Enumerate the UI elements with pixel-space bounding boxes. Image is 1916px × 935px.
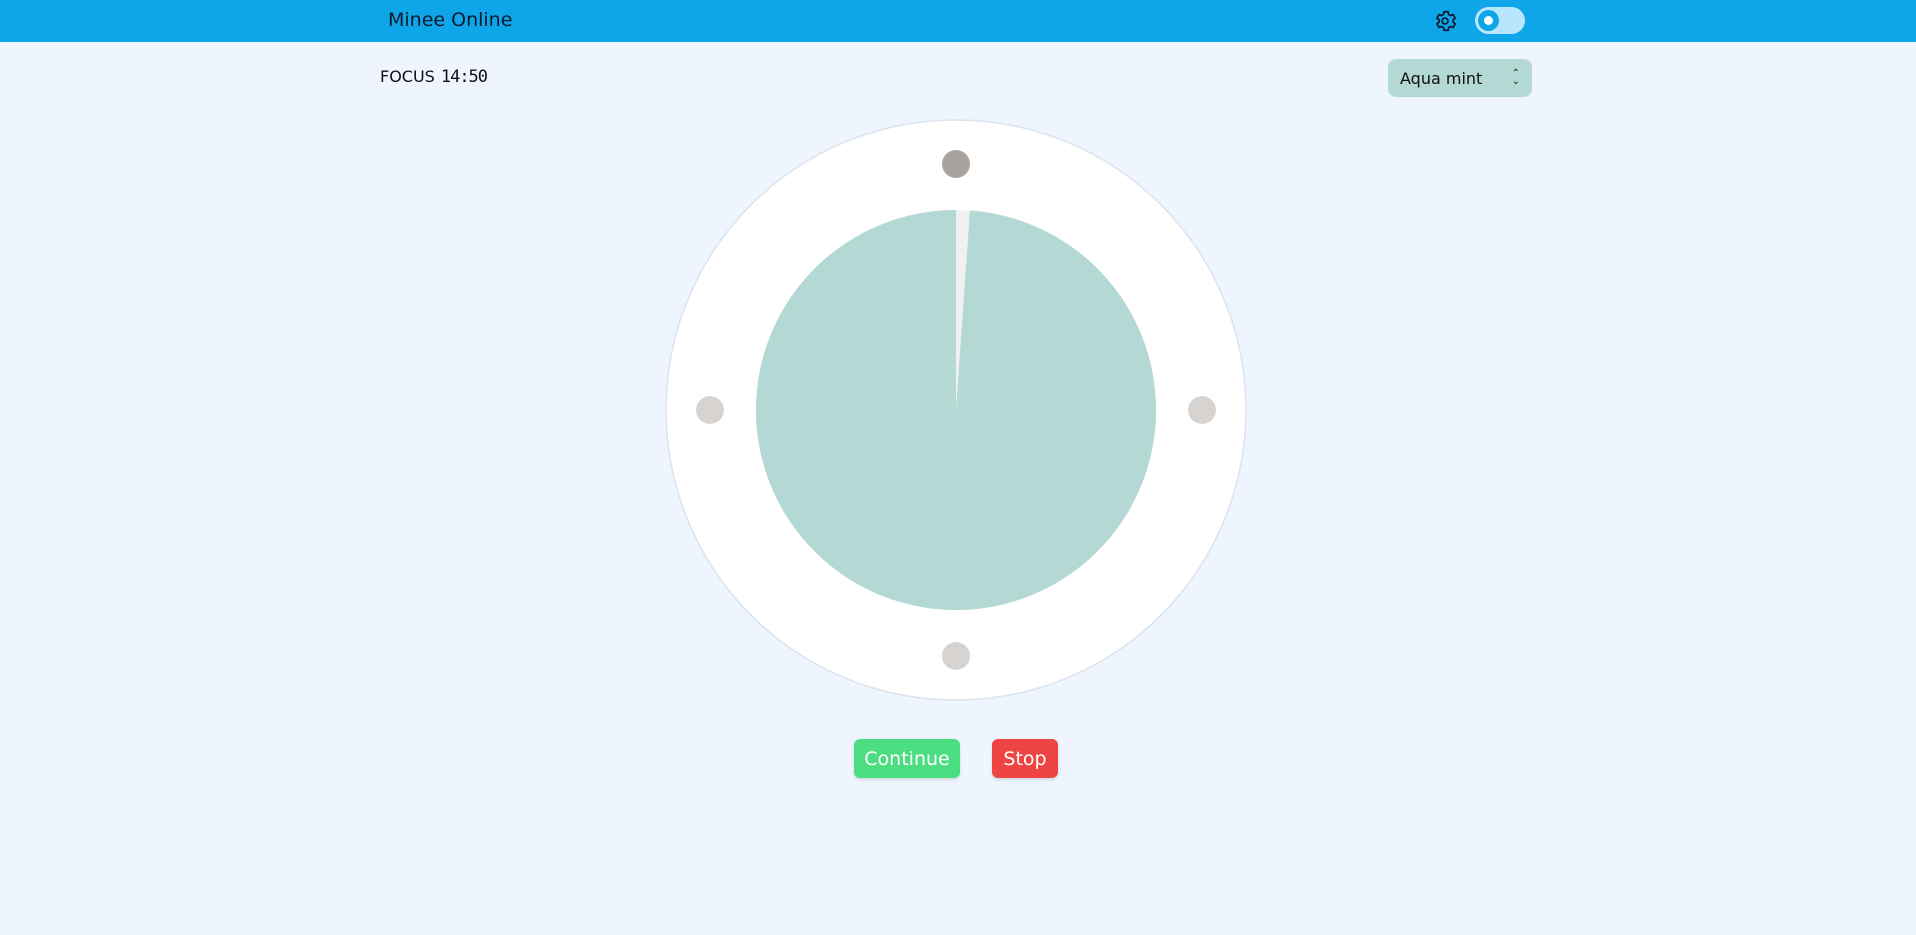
theme-select-value: Aqua mint [1400,68,1483,88]
timer-dial [665,119,1247,701]
sun-icon [1478,10,1499,31]
theme-select[interactable]: Aqua mint ⌃ ⌄ [1388,59,1532,97]
remaining-time: 14:50 [440,67,488,87]
chevron-up-down-icon: ⌃ ⌄ [1511,68,1520,87]
stop-button[interactable]: Stop [992,739,1058,778]
app-title: Minee Online [388,9,513,31]
top-bar: Minee Online [0,0,1916,42]
session-dot-active [942,150,970,178]
session-dot [1188,396,1216,424]
theme-toggle[interactable] [1475,7,1525,34]
continue-button[interactable]: Continue [854,739,960,778]
timer-status: FOCUS 14:50 [380,67,488,87]
session-dot [696,396,724,424]
session-dot [942,642,970,670]
gear-icon[interactable] [1432,8,1458,34]
mode-label: FOCUS [380,67,435,86]
